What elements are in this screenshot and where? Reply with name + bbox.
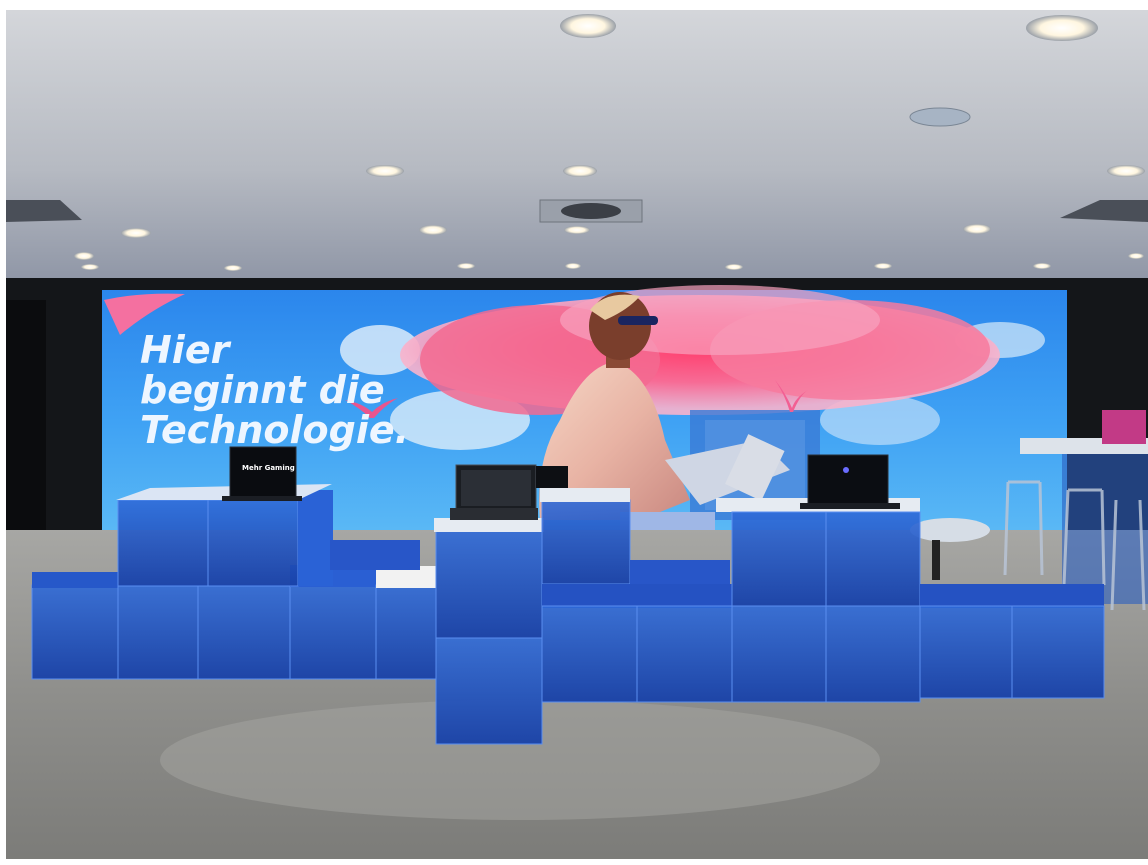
laptop-left-screen-text: Mehr Gaming [242,464,295,472]
screen-headline-line-2: beginnt die [140,368,385,412]
ceiling [0,0,1148,282]
photo-scene: Hier beginnt die Technologie. Mehr Gamin… [0,0,1148,865]
laptop-right [800,454,900,509]
screen-headline-line-3: Technologie. [140,408,409,452]
ceiling-vent-center [539,199,643,223]
ceiling-speaker [909,107,971,127]
screen-headline-line-1: Hier [140,328,232,372]
scene-canvas: Hier beginnt die Technologie. Mehr Gamin… [0,0,1148,865]
laptop-left: Mehr Gaming [222,446,302,501]
